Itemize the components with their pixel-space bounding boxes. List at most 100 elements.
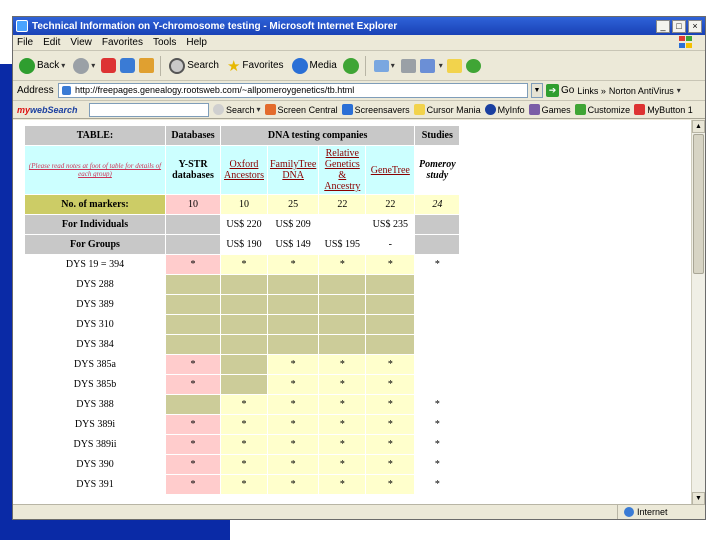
marker-cell: *: [415, 255, 460, 274]
table-row: DYS 385a * * * *: [25, 355, 460, 374]
maximize-button[interactable]: □: [672, 19, 686, 33]
screen-central-label: Screen Central: [277, 104, 338, 115]
marker-cell: [415, 335, 460, 354]
notes-link-cell: (Please read notes at foot of table for …: [25, 146, 165, 194]
search-button[interactable]: Search: [167, 57, 221, 74]
relative-text-2: Genetics: [324, 159, 360, 170]
scroll-thumb[interactable]: [693, 134, 704, 274]
games-button[interactable]: Games: [528, 104, 571, 115]
cursor-mania-label: Cursor Mania: [426, 104, 481, 115]
marker-comparison-table: TABLE: Databases DNA testing companies S…: [24, 125, 460, 495]
websearch-button[interactable]: Search ▾: [213, 104, 261, 115]
mail-dropdown-icon: ▾: [390, 61, 395, 70]
security-zone: Internet: [617, 505, 705, 519]
search-icon: [169, 57, 186, 74]
home-icon[interactable]: [139, 58, 155, 73]
close-button[interactable]: ×: [688, 19, 702, 33]
markers-row: No. of markers: 10 10 25 22 22 24: [25, 195, 460, 214]
screen-central-button[interactable]: Screen Central: [264, 104, 338, 115]
individuals-genetree: US$ 235: [366, 215, 415, 234]
marker-cell: [319, 315, 366, 334]
forward-button[interactable]: ▾: [71, 57, 97, 74]
messenger-icon[interactable]: [465, 58, 481, 73]
stop-icon[interactable]: [101, 58, 117, 73]
refresh-icon[interactable]: [120, 58, 136, 73]
mail-button[interactable]: ▾: [372, 59, 397, 72]
menu-favorites[interactable]: Favorites: [102, 37, 143, 48]
menu-tools[interactable]: Tools: [153, 37, 176, 48]
marker-cell: *: [221, 475, 267, 494]
markers-oxford: 10: [221, 195, 267, 214]
marker-cell: [166, 315, 220, 334]
individuals-relative: [319, 215, 366, 234]
screensavers-button[interactable]: Screensavers: [341, 104, 410, 115]
go-label: Go: [561, 85, 575, 96]
menu-help[interactable]: Help: [186, 37, 207, 48]
media-button[interactable]: Media: [290, 57, 339, 74]
relative-text: Relative: [325, 148, 359, 159]
table-row: DYS 384: [25, 335, 460, 354]
relative-genetics-cell: Relative Genetics & Ancestry: [319, 146, 366, 194]
marker-cell: *: [366, 415, 415, 434]
table-subheader-row: (Please read notes at foot of table for …: [25, 146, 460, 194]
edit-icon[interactable]: [419, 58, 435, 73]
menu-view[interactable]: View: [70, 37, 92, 48]
screen-central-icon: [264, 104, 276, 115]
marker-label: DYS 391: [25, 475, 165, 494]
individuals-ystr: [166, 215, 220, 234]
norton-dropdown-icon[interactable]: ▾: [677, 86, 681, 95]
favorites-button[interactable]: ★ Favorites: [225, 57, 286, 75]
ie-icon: [16, 20, 28, 32]
history-icon[interactable]: [342, 57, 359, 74]
notes-link[interactable]: (Please read notes at foot of table for …: [27, 162, 163, 178]
cursor-mania-button[interactable]: Cursor Mania: [413, 104, 481, 115]
go-button[interactable]: ➔ Go: [546, 84, 574, 97]
mybutton-1-button[interactable]: MyButton 1: [634, 104, 693, 115]
mail-icon: [373, 59, 389, 72]
marker-cell: *: [268, 475, 319, 494]
oxford-ancestors-link[interactable]: Oxford Ancestors: [224, 159, 264, 181]
menu-file[interactable]: File: [17, 37, 33, 48]
forward-dropdown-icon: ▾: [91, 61, 96, 70]
markers-pomeroy: 24: [415, 195, 460, 214]
folder-icon[interactable]: [446, 58, 462, 73]
vertical-scrollbar[interactable]: ▲ ▼: [691, 120, 705, 505]
marker-cell: *: [221, 255, 267, 274]
myinfo-button[interactable]: MyInfo: [484, 104, 525, 115]
table-row: DYS 391 * * * * * *: [25, 475, 460, 494]
status-bar: Internet: [13, 504, 705, 519]
links-button[interactable]: Links »: [577, 86, 606, 96]
print-icon[interactable]: [400, 58, 416, 73]
marker-cell: [221, 295, 267, 314]
menu-edit[interactable]: Edit: [43, 37, 60, 48]
myinfo-label: MyInfo: [497, 104, 525, 115]
websearch-input[interactable]: [89, 102, 209, 117]
mybutton-icon: [634, 104, 646, 115]
customize-button[interactable]: Customize: [574, 104, 630, 115]
norton-antivirus-button[interactable]: Norton AntiVirus: [609, 86, 674, 96]
edit-dropdown-icon[interactable]: ▾: [439, 61, 443, 70]
relative-genetics-link[interactable]: Relative Genetics & Ancestry: [324, 148, 360, 192]
pomeroy-text-2: study: [426, 170, 449, 181]
toolbar-separator: [160, 55, 162, 76]
back-button[interactable]: Back ▾: [17, 57, 67, 74]
star-icon: ★: [226, 57, 241, 75]
marker-cell: [366, 315, 415, 334]
familytree-dna-link[interactable]: FamilyTree DNA: [270, 159, 316, 181]
header-studies: Studies: [415, 126, 460, 145]
marker-cell: *: [268, 355, 319, 374]
marker-cell: [221, 315, 267, 334]
genetree-link[interactable]: GeneTree: [371, 165, 410, 176]
marker-cell: *: [166, 435, 220, 454]
screensavers-label: Screensavers: [354, 104, 410, 115]
address-dropdown-icon[interactable]: ▼: [531, 83, 543, 98]
scroll-up-icon[interactable]: ▲: [692, 120, 705, 133]
websearch-dropdown-icon: ▾: [256, 105, 261, 114]
marker-cell: *: [268, 375, 319, 394]
minimize-button[interactable]: _: [656, 19, 670, 33]
address-input[interactable]: http://freepages.genealogy.rootsweb.com/…: [58, 83, 528, 98]
markers-genetree: 22: [366, 195, 415, 214]
back-arrow-icon: [19, 57, 35, 74]
table-row: DYS 390 * * * * * *: [25, 455, 460, 474]
favorites-label: Favorites: [242, 60, 284, 71]
